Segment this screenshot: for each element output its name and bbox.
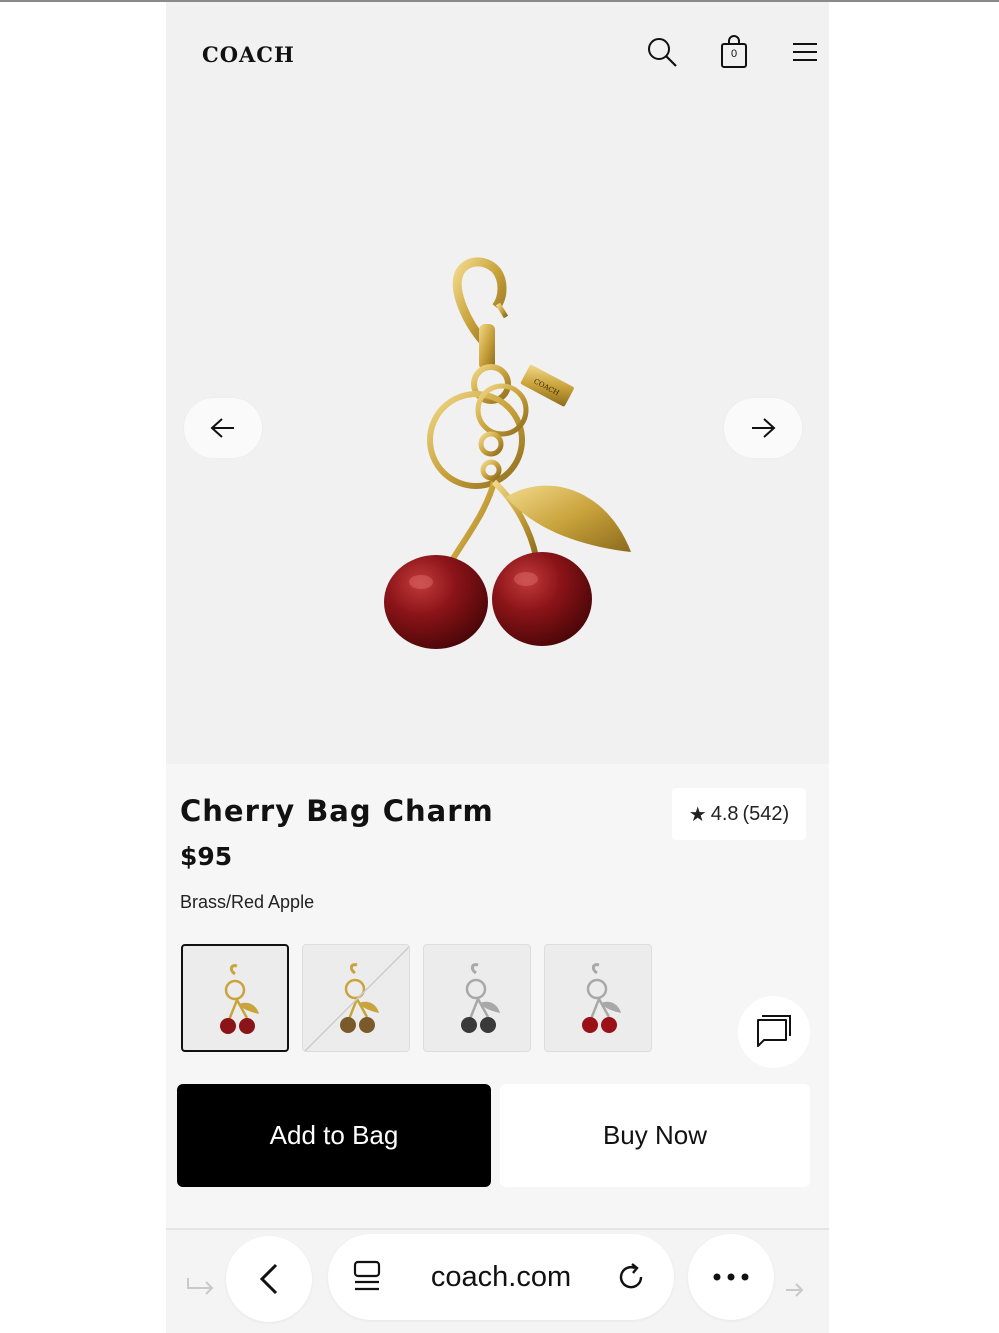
arrow-right-icon [752, 418, 776, 438]
add-to-bag-button[interactable]: Add to Bag [177, 1084, 491, 1187]
url-text: coach.com [430, 1260, 572, 1293]
coach-logo[interactable]: COACH [202, 42, 295, 67]
more-options-button[interactable] [688, 1234, 774, 1320]
menu-icon [793, 43, 817, 61]
address-bar[interactable]: coach.com [328, 1234, 674, 1320]
phone-screen: COACH 0 COACH Cherry Bag Charm $95 Brass… [166, 2, 829, 1333]
chat-button[interactable] [738, 996, 810, 1068]
arrow-left-icon [210, 418, 234, 438]
share-arrow-icon [187, 1278, 214, 1295]
more-icon [713, 1273, 749, 1281]
menu-button[interactable] [785, 30, 825, 74]
rating-badge[interactable]: ★ 4.8 (542) [672, 788, 806, 840]
color-swatch-brass-bronze[interactable] [302, 944, 410, 1052]
chat-icon [757, 1015, 791, 1047]
previous-image-button[interactable] [184, 398, 262, 458]
color-swatch-silver-red[interactable] [544, 944, 652, 1052]
browser-back-button[interactable] [226, 1236, 312, 1322]
search-button[interactable] [642, 30, 682, 74]
search-icon [648, 38, 677, 67]
product-title: Cherry Bag Charm [180, 794, 494, 828]
swatch-thumbnail [303, 945, 409, 1051]
product-price: $95 [180, 842, 233, 871]
swatch-thumbnail [220, 964, 259, 1034]
shopping-bag-button[interactable]: 0 [714, 30, 754, 74]
browser-toolbar: coach.com [166, 1230, 829, 1333]
selected-color-name: Brass/Red Apple [180, 892, 315, 912]
next-image-button[interactable] [724, 398, 802, 458]
rating-value: 4.8 [710, 802, 739, 825]
sold-out-slash [303, 945, 409, 1051]
reload-icon [619, 1263, 643, 1289]
bag-count-badge: 0 [730, 48, 738, 60]
forward-arrow-icon [786, 1283, 804, 1297]
product-image-carousel[interactable]: COACH [166, 92, 829, 764]
product-info: Cherry Bag Charm $95 Brass/Red Apple ★ 4… [166, 764, 829, 1234]
swatch-thumbnail [461, 963, 500, 1033]
site-header: COACH 0 [166, 2, 829, 92]
swatch-thumbnail [582, 963, 621, 1033]
back-chevron-icon [259, 1263, 278, 1295]
buy-now-button[interactable]: Buy Now [500, 1084, 810, 1187]
color-swatch-brass-red[interactable] [181, 944, 289, 1052]
color-swatch-silver-black[interactable] [423, 944, 531, 1052]
review-count: (542) [742, 802, 790, 825]
star-icon: ★ [688, 803, 707, 826]
tabs-icon [353, 1260, 381, 1291]
